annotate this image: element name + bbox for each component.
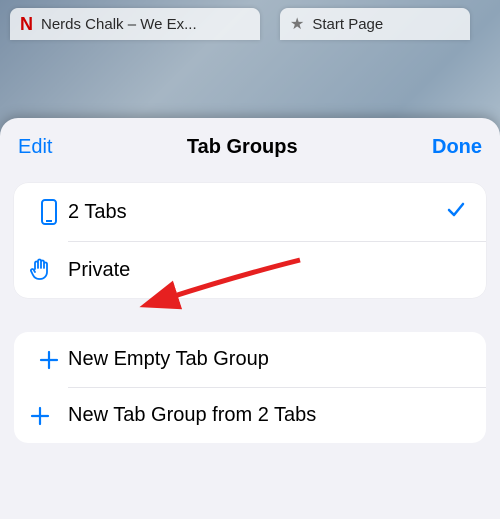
tab-groups-list: 2 Tabs Private xyxy=(14,183,486,298)
device-icon xyxy=(30,199,68,225)
background-tab-1[interactable]: N Nerds Chalk – We Ex... xyxy=(10,8,260,40)
sheet-header: Edit Tab Groups Done xyxy=(0,118,500,183)
background-tab-2-title: Start Page xyxy=(312,16,383,33)
plus-icon xyxy=(30,350,68,370)
favicon-letter: N xyxy=(20,15,33,33)
tab-group-actions: New Empty Tab Group New Tab Group from 2… xyxy=(14,332,486,443)
checkmark-icon xyxy=(446,199,470,225)
hand-icon xyxy=(14,258,68,282)
background-tabs-row: N Nerds Chalk – We Ex... ★ Start Page xyxy=(0,0,500,40)
done-button[interactable]: Done xyxy=(432,136,482,159)
edit-button[interactable]: Edit xyxy=(18,136,52,159)
tabs-group-label: 2 Tabs xyxy=(68,201,446,224)
new-empty-tab-group-label: New Empty Tab Group xyxy=(68,348,470,371)
background-tab-1-title: Nerds Chalk – We Ex... xyxy=(41,16,197,33)
new-tab-group-from-tabs-label: New Tab Group from 2 Tabs xyxy=(68,404,470,427)
new-tab-group-from-tabs-row[interactable]: New Tab Group from 2 Tabs xyxy=(68,387,486,443)
background-tab-2[interactable]: ★ Start Page xyxy=(280,8,470,40)
new-empty-tab-group-row[interactable]: New Empty Tab Group xyxy=(14,332,486,387)
private-group-label: Private xyxy=(68,259,470,282)
viewport: N Nerds Chalk – We Ex... ★ Start Page Ed… xyxy=(0,0,500,519)
star-icon: ★ xyxy=(290,14,304,34)
tabs-group-row[interactable]: 2 Tabs xyxy=(14,183,486,241)
private-group-row[interactable]: Private xyxy=(68,241,486,298)
plus-icon xyxy=(14,406,68,426)
sheet-title: Tab Groups xyxy=(187,136,298,159)
tab-groups-sheet: Edit Tab Groups Done 2 Tabs xyxy=(0,118,500,519)
